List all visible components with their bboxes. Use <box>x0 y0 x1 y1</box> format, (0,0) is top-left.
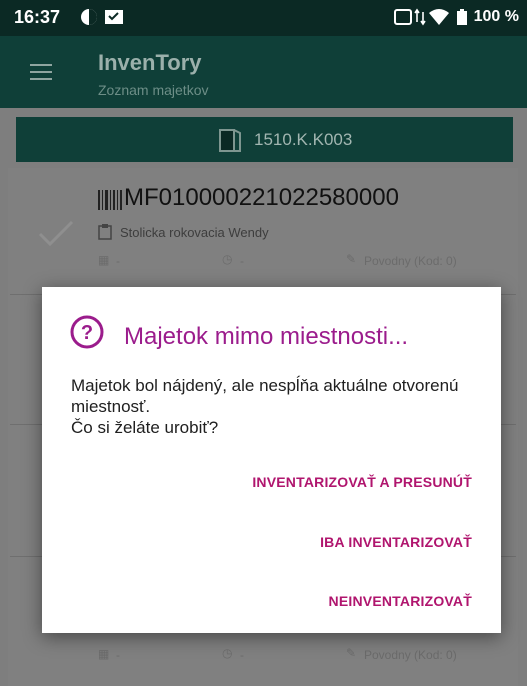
dialog-message-line: Majetok bol nájdený, ale nespĺňa aktuáln… <box>71 376 459 416</box>
message-icon <box>105 10 123 24</box>
battery-level: 100 % <box>473 8 519 25</box>
barcode-icon <box>98 190 122 210</box>
dialog-message-question: Čo si želáte urobiť? <box>71 418 219 437</box>
calendar-icon: ▦ <box>98 647 110 661</box>
app-bar: InvenTory Zoznam majetkov <box>0 36 527 108</box>
inventory-and-move-button[interactable]: INVENTARIZOVAŤ A PRESUNÚŤ <box>252 474 472 490</box>
battery-icon <box>457 9 467 25</box>
clock-icon: ◷ <box>222 252 233 266</box>
calendar-icon: ▦ <box>98 253 110 267</box>
asset-date: - <box>116 254 120 268</box>
inventory-only-button[interactable]: IBA INVENTARIZOVAŤ <box>320 534 472 550</box>
edit-icon: ✎ <box>346 646 357 660</box>
svg-text:?: ? <box>81 322 93 344</box>
notification-app-icon <box>81 9 97 25</box>
room-code: 1510.K.K003 <box>254 130 353 149</box>
status-time: 16:37 <box>14 7 61 27</box>
asset-name: Stolicka rokovacia Wendy <box>120 225 269 240</box>
app-title: InvenTory <box>98 50 202 75</box>
door-icon <box>219 129 241 152</box>
asset-time: - <box>240 648 244 662</box>
asset-outside-room-dialog: ? Majetok mimo miestnosti... Majetok bol… <box>42 287 501 633</box>
app-subtitle: Zoznam majetkov <box>98 82 209 98</box>
asset-code[interactable]: MF010000221022580000 <box>124 184 399 212</box>
room-bar[interactable]: 1510.K.K003 <box>16 117 513 162</box>
question-icon: ? <box>70 315 104 349</box>
asset-date: - <box>116 648 120 662</box>
asset-status: Povodny (Kod: 0) <box>364 648 457 662</box>
asset-status: Povodny (Kod: 0) <box>364 254 457 268</box>
menu-icon[interactable] <box>30 64 52 85</box>
wifi-icon <box>429 9 449 25</box>
status-bar: 16:37 100 % <box>0 0 527 36</box>
edit-icon: ✎ <box>346 252 357 266</box>
do-not-inventory-button[interactable]: NEINVENTARIZOVAŤ <box>329 593 472 609</box>
check-icon <box>38 220 74 247</box>
dialog-title: Majetok mimo miestnosti... <box>124 323 409 350</box>
nfc-icon <box>394 9 412 25</box>
clock-icon: ◷ <box>222 646 233 660</box>
dialog-message: Majetok bol nájdený, ale nespĺňa aktuáln… <box>71 375 471 438</box>
asset-time: - <box>240 254 244 268</box>
data-transfer-icon <box>414 8 426 26</box>
clipboard-icon <box>98 224 112 240</box>
